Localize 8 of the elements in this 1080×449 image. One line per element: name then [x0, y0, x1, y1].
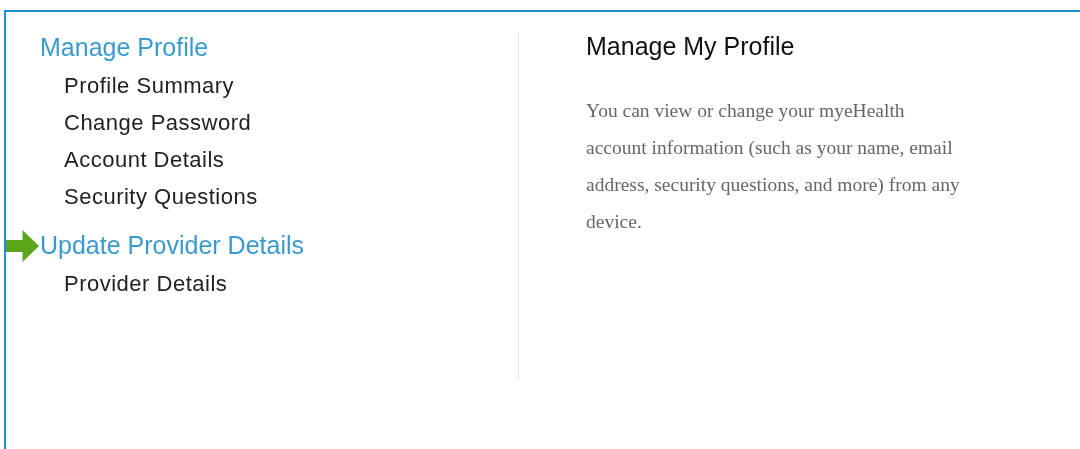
nav-link[interactable]: Change Password	[64, 110, 252, 136]
nav-link[interactable]: Account Details	[64, 147, 225, 173]
arrow-icon	[6, 230, 39, 262]
nav-link[interactable]: Profile Summary	[64, 73, 235, 99]
description-text: You can view or change your myeHealth account information (such as your name, email address, security questions, and more) from any device.	[586, 99, 960, 234]
nav-link[interactable]: Provider Details	[64, 271, 228, 297]
nav-link[interactable]: Security Questions	[64, 184, 258, 210]
page-title: Manage My Profile	[586, 31, 796, 62]
